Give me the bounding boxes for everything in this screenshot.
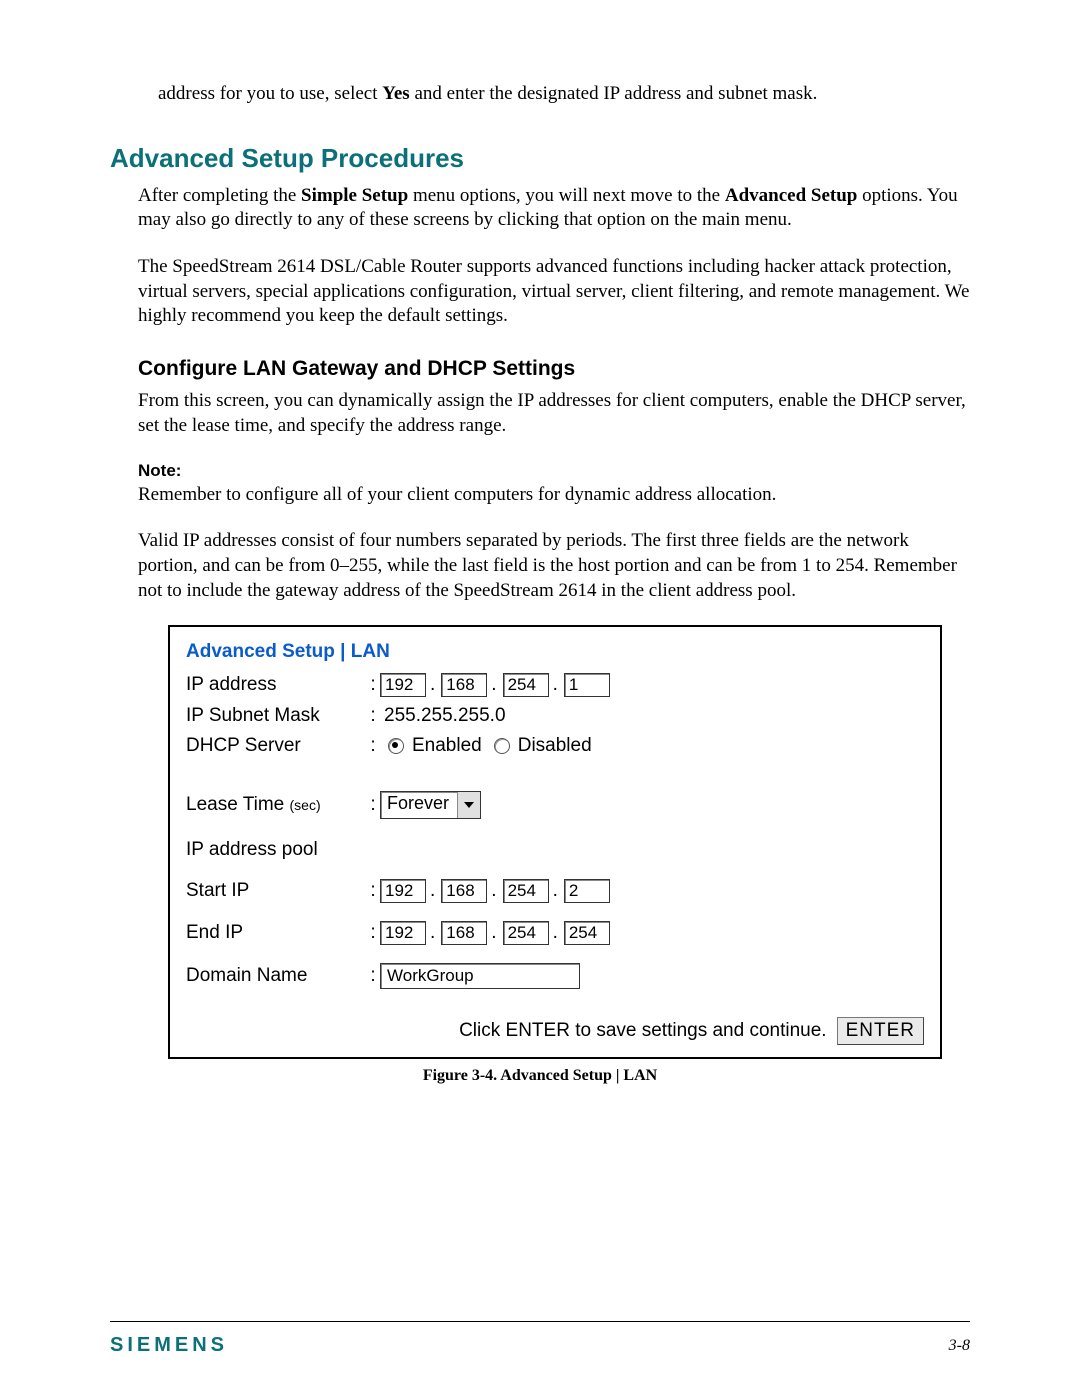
lead-bold: Yes [382,83,409,104]
label-end-ip: End IP [186,922,366,944]
page-footer: SIEMENS 3-8 [110,1321,970,1357]
intro1-mid: menu options, you will next move to the [408,185,725,206]
save-hint-text: Click ENTER to save settings and continu… [459,1020,827,1042]
note-label: Note: [138,461,970,481]
lead-paragraph: address for you to use, select Yes and e… [158,82,970,107]
subheading-configure-lan: Configure LAN Gateway and DHCP Settings [138,357,970,381]
dhcp-enabled-label: Enabled [412,735,482,757]
label-lease-time-text: Lease Time [186,794,290,815]
chevron-down-icon [457,792,480,818]
dot-separator: . [430,880,437,902]
row-ip-address: IP address : . . . [186,673,924,697]
dot-separator: . [553,880,560,902]
colon: : [366,674,380,696]
label-ip-pool: IP address pool [186,839,366,861]
panel-footer: Click ENTER to save settings and continu… [186,1017,924,1045]
dot-separator: . [491,880,498,902]
dot-separator: . [553,922,560,944]
lease-time-select[interactable]: Forever [380,791,481,819]
intro1-bold2: Advanced Setup [725,185,858,206]
label-start-ip: Start IP [186,880,366,902]
dot-separator: . [491,674,498,696]
intro-paragraph-2: The SpeedStream 2614 DSL/Cable Router su… [138,255,970,329]
footer-rule [110,1321,970,1322]
row-start-ip: Start IP : . . . [186,879,924,903]
label-domain-name: Domain Name [186,965,366,987]
row-dhcp-server: DHCP Server : Enabled Disabled [186,735,924,757]
page-number: 3-8 [949,1337,970,1355]
start-ip-octet-2[interactable] [441,879,487,903]
colon: : [366,922,380,944]
dhcp-disabled-label: Disabled [518,735,592,757]
label-lease-time-sub: (sec) [290,797,321,813]
dot-separator: . [553,674,560,696]
colon: : [366,965,380,987]
end-ip-octet-3[interactable] [503,921,549,945]
start-ip-octet-1[interactable] [380,879,426,903]
lease-time-value: Forever [381,792,457,818]
dot-separator: . [430,922,437,944]
row-domain-name: Domain Name : [186,963,924,989]
label-subnet-mask: IP Subnet Mask [186,705,366,727]
row-lease-time: Lease Time (sec) : Forever [186,791,924,819]
dot-separator: . [491,922,498,944]
lan-settings-panel: Advanced Setup | LAN IP address : . . . … [168,625,942,1059]
dhcp-disabled-radio[interactable] [494,738,510,754]
figure-caption: Figure 3-4. Advanced Setup | LAN [110,1067,970,1085]
ip-address-octet-2[interactable] [441,673,487,697]
lead-suffix: and enter the designated IP address and … [410,83,818,104]
body-paragraph-2: Valid IP addresses consist of four numbe… [138,529,970,603]
note-body: Remember to configure all of your client… [138,483,970,508]
start-ip-octet-4[interactable] [564,879,610,903]
end-ip-octet-2[interactable] [441,921,487,945]
panel-title: Advanced Setup | LAN [186,641,924,663]
row-end-ip: End IP : . . . [186,921,924,945]
enter-button[interactable]: ENTER [837,1017,924,1045]
start-ip-octet-3[interactable] [503,879,549,903]
intro1-prefix: After completing the [138,185,301,206]
label-dhcp-server: DHCP Server [186,735,366,757]
row-ip-pool: IP address pool [186,839,924,861]
end-ip-octet-4[interactable] [564,921,610,945]
ip-address-octet-3[interactable] [503,673,549,697]
ip-address-octet-4[interactable] [564,673,610,697]
domain-name-input[interactable] [380,963,580,989]
subnet-mask-value: 255.255.255.0 [384,705,506,727]
dhcp-enabled-radio[interactable] [388,738,404,754]
label-lease-time: Lease Time (sec) [186,794,366,816]
colon: : [366,735,380,757]
body-paragraph-1: From this screen, you can dynamically as… [138,389,970,438]
colon: : [366,705,380,727]
intro1-bold1: Simple Setup [301,185,408,206]
label-ip-address: IP address [186,674,366,696]
colon: : [366,880,380,902]
row-subnet-mask: IP Subnet Mask : 255.255.255.0 [186,705,924,727]
brand-logo-text: SIEMENS [110,1334,228,1357]
ip-address-octet-1[interactable] [380,673,426,697]
lead-prefix: address for you to use, select [158,83,382,104]
intro-paragraph-1: After completing the Simple Setup menu o… [138,184,970,233]
dot-separator: . [430,674,437,696]
end-ip-octet-1[interactable] [380,921,426,945]
colon: : [366,794,380,816]
heading-advanced-setup: Advanced Setup Procedures [110,143,970,174]
